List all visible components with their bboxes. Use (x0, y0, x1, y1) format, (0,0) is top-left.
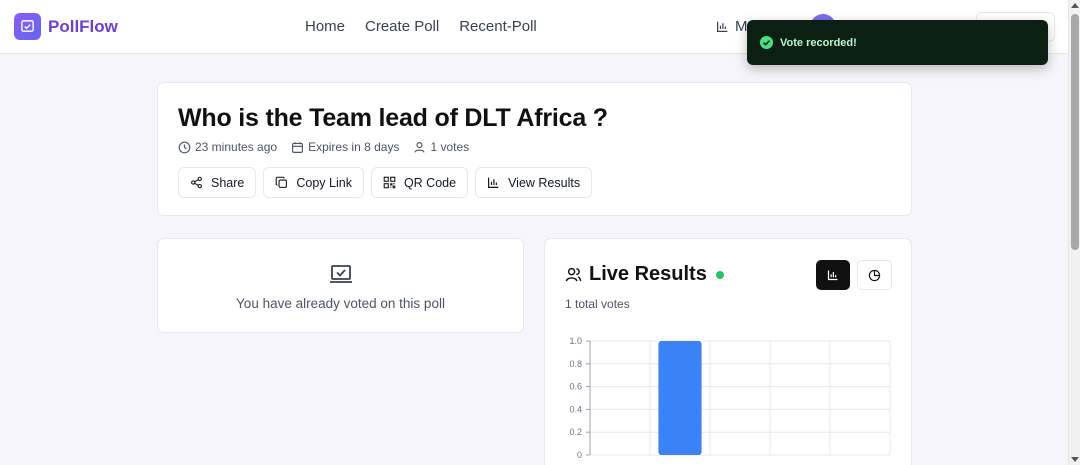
scroll-up-arrow[interactable] (1071, 3, 1079, 8)
chart-y-tick-label: 0.6 (569, 382, 582, 392)
clock-icon (178, 141, 191, 153)
toast-notification: Vote recorded! (747, 20, 1048, 65)
copy-icon (276, 176, 288, 188)
logo-icon (14, 13, 41, 40)
copy-link-label: Copy Link (296, 175, 352, 190)
share-icon (191, 176, 202, 189)
chart-y-tick-label: 0.2 (569, 427, 582, 437)
nav-recent-poll[interactable]: Recent-Poll (459, 18, 537, 35)
nav-my-label: M (735, 18, 748, 35)
poll-meta: 23 minutes ago Expires in 8 days 1 votes (178, 140, 469, 154)
chart-bar (658, 341, 702, 455)
share-button[interactable]: Share (178, 167, 257, 198)
poll-created: 23 minutes ago (178, 140, 277, 154)
already-voted-card: You have already voted on this poll (157, 238, 524, 333)
app-name: PollFlow (48, 16, 118, 36)
page-scrollbar[interactable] (1068, 0, 1080, 465)
chart-y-tick-label: 0.4 (569, 404, 582, 414)
qr-code-button[interactable]: QR Code (370, 167, 469, 198)
nav-create-poll[interactable]: Create Poll (365, 18, 439, 35)
poll-title: Who is the Team lead of DLT Africa ? (178, 104, 608, 132)
chart-y-tick-label: 0 (577, 450, 582, 460)
check-circle-icon (759, 35, 774, 50)
toast-message: Vote recorded! (780, 36, 857, 49)
poll-actions: Share Copy Link QR Code View Results (178, 167, 593, 198)
calendar-icon (292, 141, 304, 153)
poll-expires-text: Expires in 8 days (308, 140, 400, 154)
bar-chart-icon (488, 177, 499, 188)
nav-home[interactable]: Home (305, 18, 345, 35)
view-results-button[interactable]: View Results (475, 167, 593, 198)
share-label: Share (211, 175, 245, 190)
main-nav: Home Create Poll Recent-Poll (305, 18, 537, 35)
qr-code-icon (383, 176, 396, 189)
poll-created-text: 23 minutes ago (195, 140, 278, 154)
logo[interactable]: PollFlow (14, 13, 118, 40)
scroll-down-arrow[interactable] (1071, 457, 1079, 462)
already-voted-text: You have already voted on this poll (236, 296, 445, 311)
poll-card: Who is the Team lead of DLT Africa ? 23 … (157, 82, 912, 216)
nav-my-polls[interactable]: M (716, 18, 748, 35)
scroll-thumb[interactable] (1071, 14, 1079, 250)
copy-link-button[interactable]: Copy Link (263, 167, 364, 198)
chart-y-tick-label: 0.8 (569, 359, 582, 369)
qr-code-label: QR Code (403, 175, 457, 190)
user-icon (414, 141, 425, 153)
poll-expires: Expires in 8 days (291, 140, 399, 154)
view-results-label: View Results (508, 175, 581, 190)
chart-y-tick-label: 1.0 (569, 336, 582, 346)
live-results-card: Live Results 1 total votes 0 0.2 0.4 0.6 0.8… (544, 238, 912, 465)
bar-chart-icon (717, 21, 728, 32)
poll-votes-text: 1 votes (430, 140, 470, 154)
vote-check-icon (330, 265, 352, 283)
results-bar-chart: 0 0.2 0.4 0.6 0.8 1.0 (569, 336, 891, 460)
poll-votes: 1 votes (413, 140, 469, 154)
